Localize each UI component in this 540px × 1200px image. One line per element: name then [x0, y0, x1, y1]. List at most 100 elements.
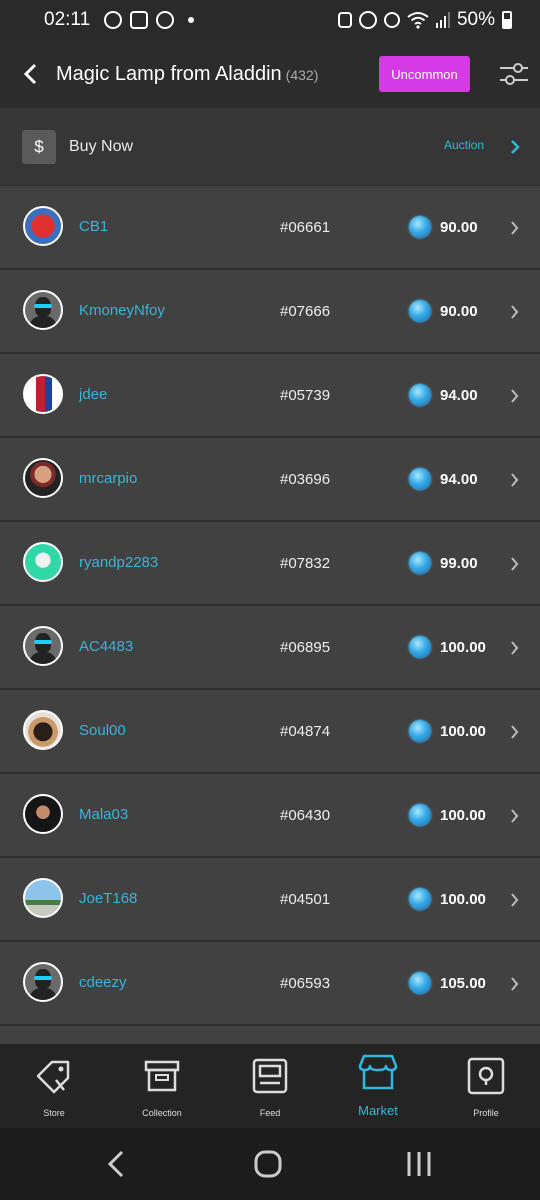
rarity-badge[interactable]: Uncommon	[379, 56, 470, 92]
nav-feed[interactable]: Feed	[216, 1044, 324, 1128]
chevron-right-icon	[511, 473, 519, 487]
status-bar-left: 02:11	[44, 9, 195, 31]
tag-icon	[36, 1060, 70, 1094]
listing-price: 100.00	[440, 891, 486, 908]
listing-price: 94.00	[440, 387, 478, 404]
page-title: Magic Lamp from Aladdin (432)	[56, 63, 318, 86]
listing-username[interactable]: KmoneyNfoy	[79, 302, 165, 319]
avatar	[23, 542, 63, 582]
listing-username[interactable]: AC4483	[79, 638, 133, 655]
gem-currency-icon	[409, 888, 431, 910]
listing-username[interactable]: Mala03	[79, 806, 128, 823]
gem-currency-icon	[409, 636, 431, 658]
back-button[interactable]	[18, 59, 42, 89]
listing-username[interactable]: mrcarpio	[79, 470, 137, 487]
avatar	[23, 206, 63, 246]
listings-list: CB1 #06661 90.00 KmoneyNfoy #07666 90.00…	[0, 186, 540, 1044]
listing-username[interactable]: cdeezy	[79, 974, 127, 991]
notification-icon	[104, 11, 123, 29]
chevron-right-icon	[511, 809, 519, 823]
feed-icon	[252, 1058, 288, 1094]
chevron-right-icon	[511, 389, 519, 403]
discord-icon	[130, 11, 149, 29]
nav-market[interactable]: Market	[324, 1044, 432, 1128]
filter-sliders-icon[interactable]	[498, 58, 530, 90]
battery-saver-icon	[337, 12, 352, 28]
listing-username[interactable]: Soul00	[79, 722, 126, 739]
listing-row[interactable]: CB1 #06661 90.00	[0, 186, 540, 270]
nav-collection[interactable]: Collection	[108, 1044, 216, 1128]
chevron-right-icon	[511, 305, 519, 319]
listing-row[interactable]: mrcarpio #03696 94.00	[0, 438, 540, 522]
listing-username[interactable]: ryandp2283	[79, 554, 158, 571]
avatar	[23, 374, 63, 414]
avatar	[23, 290, 63, 330]
listing-serial: #06895	[280, 639, 331, 656]
status-time: 02:11	[44, 9, 91, 30]
listing-price: 100.00	[440, 723, 486, 740]
battery-icon	[502, 11, 512, 29]
gem-currency-icon	[409, 300, 431, 322]
listing-row[interactable]: AC4483 #06895 100.00	[0, 606, 540, 690]
avatar	[23, 794, 63, 834]
chevron-right-icon	[511, 725, 519, 739]
nav-feed-label: Feed	[259, 1108, 281, 1118]
listing-serial: #07666	[280, 303, 331, 320]
chevron-right-icon	[511, 641, 519, 655]
app-root: 02:11 50% Magic Lamp from Aladdin (432) U…	[0, 0, 540, 1200]
status-bar: 02:11 50%	[0, 0, 540, 40]
nav-store[interactable]: Store	[0, 1044, 108, 1128]
nav-market-label: Market	[358, 1103, 398, 1118]
chevron-left-icon	[23, 63, 37, 85]
listing-price: 90.00	[440, 219, 478, 236]
system-back-icon[interactable]	[106, 1150, 126, 1178]
gem-currency-icon	[409, 804, 431, 826]
app-header: Magic Lamp from Aladdin (432) Uncommon	[0, 40, 540, 108]
chevron-right-icon	[511, 893, 519, 907]
listing-serial: #03696	[280, 471, 331, 488]
signal-icon	[435, 12, 450, 28]
listing-username[interactable]: CB1	[79, 218, 108, 235]
avatar	[23, 878, 63, 918]
listing-price: 100.00	[440, 807, 486, 824]
listing-price: 90.00	[440, 303, 478, 320]
listing-serial: #04874	[280, 723, 331, 740]
listing-row[interactable]: JoeT168 #04501 100.00	[0, 858, 540, 942]
listing-row[interactable]: cdeezy #06593 105.00	[0, 942, 540, 1026]
listing-price: 105.00	[440, 975, 486, 992]
nav-store-label: Store	[43, 1108, 65, 1118]
avatar	[23, 962, 63, 1002]
gem-currency-icon	[409, 468, 431, 490]
listing-serial: #06430	[280, 807, 331, 824]
buy-now-label: Buy Now	[69, 137, 134, 155]
listing-row[interactable]: jdee #05739 94.00	[0, 354, 540, 438]
system-home-icon[interactable]	[254, 1150, 282, 1178]
nav-profile-label: Profile	[473, 1108, 499, 1118]
buy-now-bar[interactable]: $ Buy Now Auction	[0, 108, 540, 186]
avatar	[23, 458, 63, 498]
listing-row[interactable]: ryandp2283 #07832 99.00	[0, 522, 540, 606]
system-recents-icon[interactable]	[406, 1150, 432, 1178]
listing-serial: #07832	[280, 555, 331, 572]
gem-currency-icon	[409, 972, 431, 994]
listing-count: (432)	[285, 66, 319, 83]
listing-username[interactable]: JoeT168	[79, 890, 137, 907]
chevron-right-icon	[511, 977, 519, 991]
box-icon	[144, 1060, 180, 1092]
listing-price: 100.00	[440, 639, 486, 656]
listing-username[interactable]: jdee	[79, 386, 107, 403]
more-notifications-icon	[188, 17, 195, 23]
listing-row[interactable]: Soul00 #04874 100.00	[0, 690, 540, 774]
listing-price: 94.00	[440, 471, 478, 488]
listing-serial: #06661	[280, 219, 331, 236]
nav-collection-label: Collection	[142, 1108, 182, 1118]
listing-row[interactable]: Mala03 #06430 100.00	[0, 774, 540, 858]
listing-price: 99.00	[440, 555, 478, 572]
nav-profile[interactable]: Profile	[432, 1044, 540, 1128]
chevron-right-icon[interactable]	[510, 139, 520, 155]
listing-row[interactable]: KmoneyNfoy #07666 90.00	[0, 270, 540, 354]
chevron-right-icon	[511, 221, 519, 235]
auction-link[interactable]: Auction	[444, 138, 484, 152]
listing-row-partial[interactable]	[0, 1026, 540, 1044]
alarm-icon	[358, 11, 377, 29]
